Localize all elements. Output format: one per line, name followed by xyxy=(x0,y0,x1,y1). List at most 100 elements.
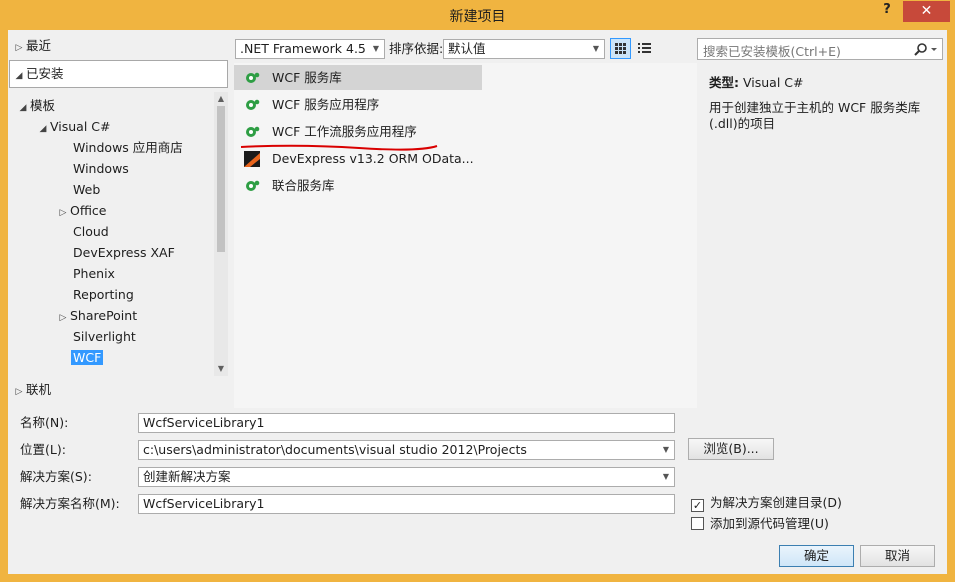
search-placeholder: 搜索已安装模板(Ctrl+E) xyxy=(703,44,841,59)
checkbox-label: 添加到源代码管理(U) xyxy=(710,516,829,531)
chevron-down-icon: ▼ xyxy=(372,44,380,53)
tree-item-label: SharePoint xyxy=(70,308,138,323)
tree-item-sharepoint[interactable]: ▷ SharePoint xyxy=(56,306,138,326)
expand-arrow-icon: ▷ xyxy=(15,43,23,53)
type-label: 类型: xyxy=(709,75,739,90)
tree-item-devexpress-xaf[interactable]: DevExpress XAF xyxy=(73,243,175,263)
collapse-arrow-icon: ◢ xyxy=(39,124,47,134)
template-name: DevExpress v13.2 ORM OData... xyxy=(272,151,474,166)
template-name: 联合服务库 xyxy=(272,178,335,193)
list-view-icon xyxy=(638,43,651,53)
devexpress-icon xyxy=(244,151,260,167)
tree-item-templates[interactable]: ◢ 模板 xyxy=(16,96,55,116)
tree-item-reporting[interactable]: Reporting xyxy=(73,285,134,305)
template-item-wcf-workflow-service[interactable]: WCF 工作流服务应用程序 xyxy=(234,119,482,144)
tree-item-installed[interactable]: ◢ 已安装 xyxy=(12,64,64,84)
tree-item-label: Office xyxy=(70,203,107,218)
dialog-title: 新建项目 xyxy=(449,9,506,25)
template-type: 类型: Visual C# xyxy=(709,72,935,91)
gear-icon xyxy=(246,72,260,83)
grid-view-icon xyxy=(615,43,626,54)
tree-item-label: 最近 xyxy=(26,38,52,53)
help-button[interactable]: ? xyxy=(873,2,901,22)
tree-item-cloud[interactable]: Cloud xyxy=(73,222,109,242)
gear-icon xyxy=(246,180,260,191)
name-value: WcfServiceLibrary1 xyxy=(143,415,265,430)
tree-item-label: 已安装 xyxy=(26,66,64,81)
scroll-thumb[interactable] xyxy=(217,106,225,252)
tree-item-label: 模板 xyxy=(30,98,56,113)
tree-scrollbar[interactable]: ▲ ▼ xyxy=(214,92,228,376)
tree-item-recent[interactable]: ▷ 最近 xyxy=(12,36,51,56)
location-value: c:\users\administrator\documents\visual … xyxy=(143,442,527,457)
browse-button[interactable]: 浏览(B)... xyxy=(688,438,774,460)
solution-name-label: 解决方案名称(M): xyxy=(20,496,120,511)
expand-arrow-icon: ▷ xyxy=(15,387,23,397)
tree-scroll-area: ◢ 模板 ◢ Visual C# Windows 应用商店 Windows Web … xyxy=(8,92,214,408)
template-item-wcf-service-application[interactable]: WCF 服务应用程序 xyxy=(234,92,482,117)
title-bar: 新建项目 ? ✕ xyxy=(0,0,955,30)
sort-value: 默认值 xyxy=(448,41,486,56)
template-item-wcf-service-library[interactable]: WCF 服务库 xyxy=(234,65,482,90)
tree-item-label: 联机 xyxy=(26,382,52,397)
small-icons-view-button[interactable] xyxy=(610,38,631,59)
expand-arrow-icon: ▷ xyxy=(59,208,67,218)
framework-dropdown[interactable]: .NET Framework 4.5 ▼ xyxy=(235,39,385,59)
tree-item-label: Visual C# xyxy=(50,119,111,134)
new-project-dialog: 新建项目 ? ✕ ▷ 最近 ◢ 已安装 ◢ 模板 ◢ Visual C# Windows… xyxy=(0,0,955,582)
solution-name-value: WcfServiceLibrary1 xyxy=(143,496,265,511)
gear-icon xyxy=(246,126,260,137)
tree-item-visual-csharp[interactable]: ◢ Visual C# xyxy=(36,117,111,137)
solution-label: 解决方案(S): xyxy=(20,469,92,484)
template-info-panel: 类型: Visual C# 用于创建独立于主机的 WCF 服务类库(.dll)的… xyxy=(697,63,947,408)
sort-label: 排序依据: xyxy=(389,41,444,56)
solution-name-input[interactable]: WcfServiceLibrary1 xyxy=(138,494,675,514)
add-source-control-checkbox[interactable]: 添加到源代码管理(U) xyxy=(691,515,829,533)
scroll-up-icon[interactable]: ▲ xyxy=(214,92,228,106)
checkbox-label: 为解决方案创建目录(D) xyxy=(710,495,842,510)
template-tree-panel: ▷ 最近 ◢ 已安装 ◢ 模板 ◢ Visual C# Windows 应用商店 Win… xyxy=(8,30,230,408)
solution-combo[interactable]: 创建新解决方案 ▼ xyxy=(138,467,675,487)
location-combo[interactable]: c:\users\administrator\documents\visual … xyxy=(138,440,675,460)
name-label: 名称(N): xyxy=(20,415,69,430)
tree-item-windows[interactable]: Windows xyxy=(73,159,129,179)
solution-value: 创建新解决方案 xyxy=(143,469,231,484)
checkbox-checked-icon: ✓ xyxy=(691,499,704,512)
framework-value: .NET Framework 4.5 xyxy=(240,41,366,56)
create-directory-checkbox[interactable]: ✓ 为解决方案创建目录(D) xyxy=(691,494,842,512)
tree-item-windows-store[interactable]: Windows 应用商店 xyxy=(73,138,183,158)
list-view-button[interactable] xyxy=(634,38,655,59)
chevron-down-icon: ▼ xyxy=(592,44,600,53)
template-name: WCF 工作流服务应用程序 xyxy=(272,124,417,139)
template-list: WCF 服务库 WCF 服务应用程序 WCF 工作流服务应用程序 DevExpr… xyxy=(234,63,697,408)
close-button[interactable]: ✕ xyxy=(903,1,950,22)
name-input[interactable]: WcfServiceLibrary1 xyxy=(138,413,675,433)
chevron-down-icon: ▼ xyxy=(662,472,670,481)
tree-item-label: WCF xyxy=(71,350,104,365)
collapse-arrow-icon: ◢ xyxy=(19,103,27,113)
scroll-down-icon[interactable]: ▼ xyxy=(214,362,228,376)
template-name: WCF 服务应用程序 xyxy=(272,97,380,112)
tree-item-wcf[interactable]: WCF xyxy=(71,348,104,368)
checkbox-unchecked-icon xyxy=(691,517,704,530)
tree-item-web[interactable]: Web xyxy=(73,180,100,200)
type-value: Visual C# xyxy=(742,75,804,90)
tree-item-silverlight[interactable]: Silverlight xyxy=(73,327,136,347)
chevron-down-icon: ▼ xyxy=(662,445,670,454)
tree-item-phenix[interactable]: Phenix xyxy=(73,264,115,284)
expand-arrow-icon: ▷ xyxy=(59,313,67,323)
cancel-button[interactable]: 取消 xyxy=(860,545,935,567)
tree-item-online[interactable]: ▷ 联机 xyxy=(12,380,51,400)
search-icon[interactable] xyxy=(914,42,940,56)
template-search-box[interactable]: 搜索已安装模板(Ctrl+E) xyxy=(697,38,943,60)
template-item-federated-service-library[interactable]: 联合服务库 xyxy=(234,173,482,198)
template-name: WCF 服务库 xyxy=(272,70,342,85)
gear-icon xyxy=(246,99,260,110)
annotation-underline xyxy=(240,144,438,151)
ok-button[interactable]: 确定 xyxy=(779,545,854,567)
dialog-client: ▷ 最近 ◢ 已安装 ◢ 模板 ◢ Visual C# Windows 应用商店 Win… xyxy=(8,30,947,574)
location-label: 位置(L): xyxy=(20,442,66,457)
close-icon: ✕ xyxy=(920,3,933,19)
tree-item-office[interactable]: ▷ Office xyxy=(56,201,107,221)
sort-dropdown[interactable]: 默认值 ▼ xyxy=(443,39,605,59)
